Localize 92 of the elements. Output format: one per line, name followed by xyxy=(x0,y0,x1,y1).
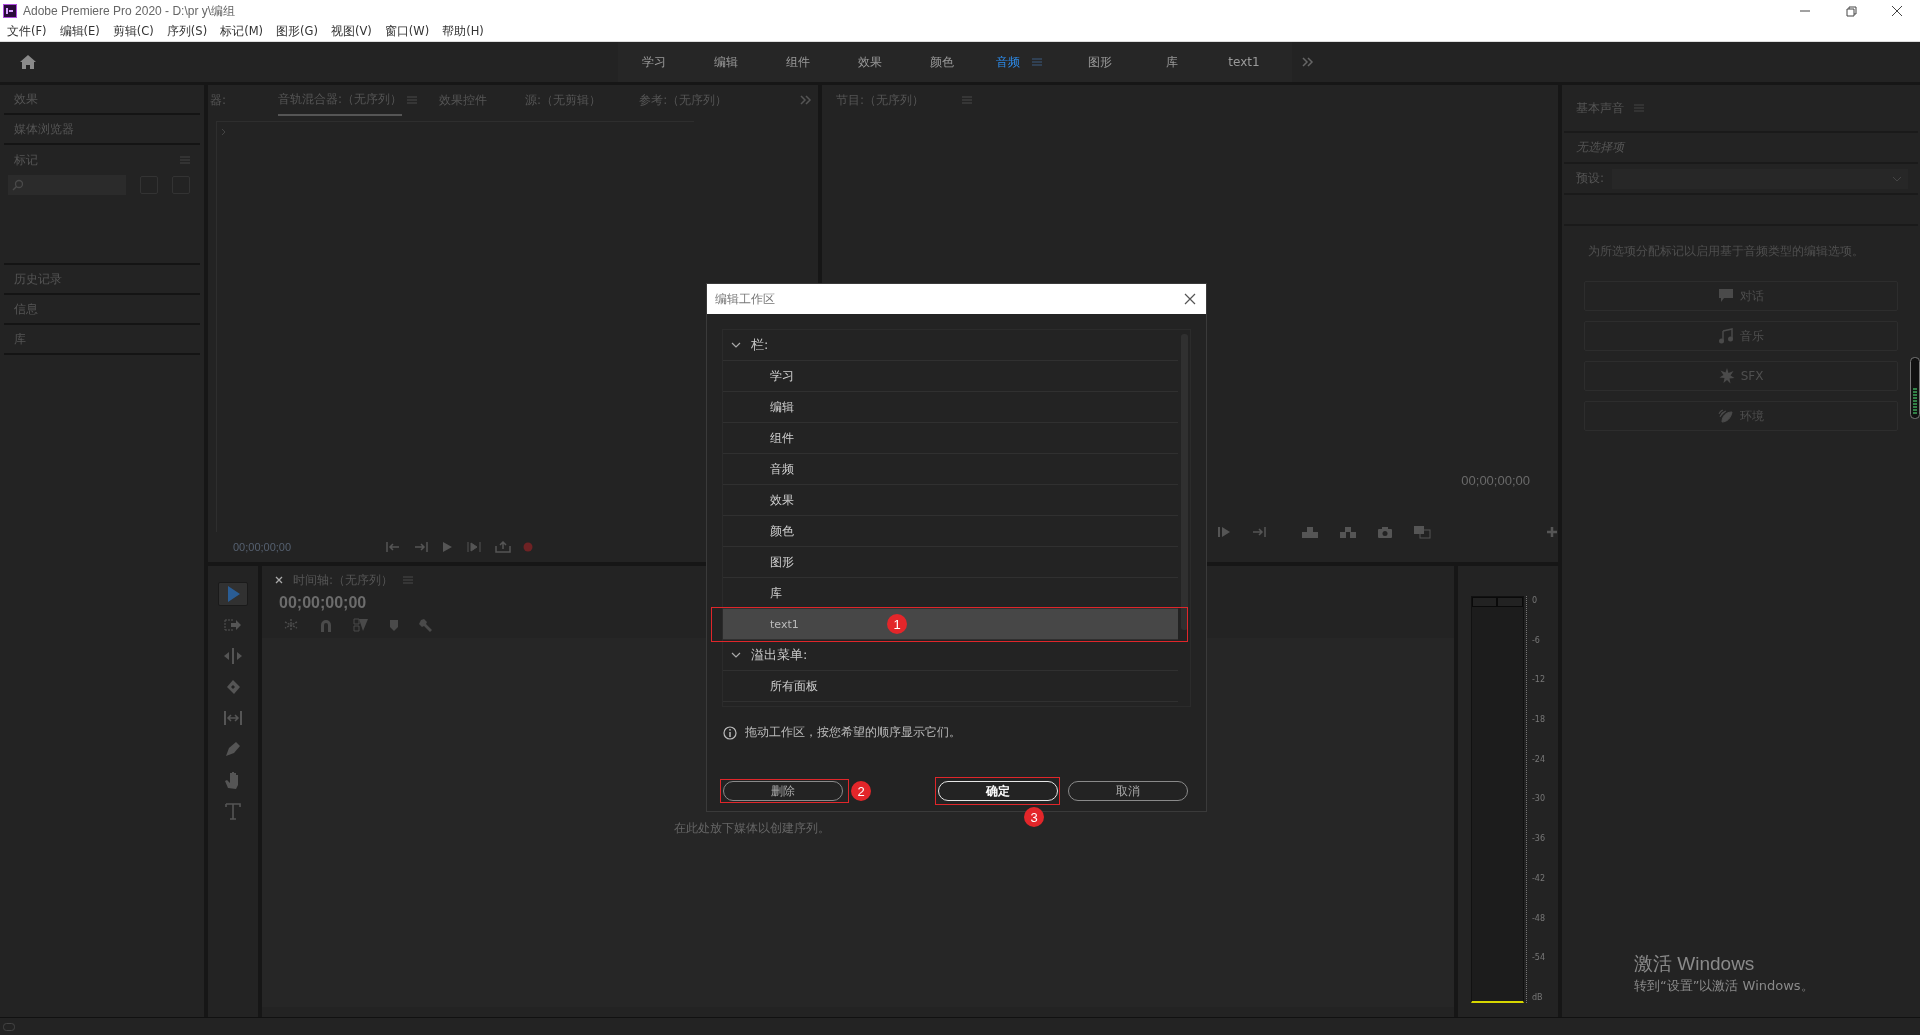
scale-label: 0 xyxy=(1531,596,1539,606)
menu-item[interactable]: 标记(M) xyxy=(220,24,264,39)
workspace-tab[interactable]: 颜色 xyxy=(906,53,978,71)
slip-tool-icon xyxy=(223,708,243,728)
dialog-title: 编辑工作区 xyxy=(715,290,775,308)
menu-item[interactable]: 剪辑(C) xyxy=(112,24,154,39)
record-icon[interactable] xyxy=(523,542,534,552)
lift-icon[interactable] xyxy=(1301,526,1319,538)
step-number: 3 xyxy=(1024,807,1044,827)
drop-hint: 在此处放下媒体以创建序列。 xyxy=(674,821,830,835)
scale-label: -36 xyxy=(1531,834,1546,845)
menu-item[interactable]: 序列(S) xyxy=(166,24,208,39)
marker-icon[interactable] xyxy=(389,619,399,631)
tool-button[interactable] xyxy=(218,582,248,606)
menu-item[interactable]: 帮助(H) xyxy=(442,24,484,39)
scale-label: -30 xyxy=(1531,794,1546,805)
close-icon[interactable] xyxy=(275,576,283,584)
activation-text: 转到“设置”以激活 Windows。 xyxy=(1634,977,1815,995)
list-item[interactable]: 效果 xyxy=(723,485,1178,516)
menu-icon[interactable] xyxy=(1032,57,1042,67)
menu-item[interactable]: 图形(G) xyxy=(276,24,318,39)
camera-icon[interactable] xyxy=(1377,526,1393,538)
scale-label: -54 xyxy=(1531,953,1546,964)
workspace-tab[interactable]: 效果 xyxy=(834,53,906,71)
go-to-out-icon[interactable] xyxy=(413,541,430,553)
go-to-out-icon[interactable] xyxy=(1251,526,1267,538)
speech-bubble-icon xyxy=(1718,288,1734,304)
workspace-tab[interactable]: 组件 xyxy=(762,53,834,71)
add-icon[interactable] xyxy=(1546,526,1558,538)
pen-tool-icon xyxy=(223,739,243,759)
ok-button[interactable]: 确定 xyxy=(938,781,1058,801)
scale-label: -12 xyxy=(1531,675,1546,686)
dialog-button[interactable]: 取消 xyxy=(1068,781,1188,801)
scrollbar[interactable] xyxy=(1181,334,1188,630)
list-item[interactable]: 颜色 xyxy=(723,516,1178,547)
step-forward-icon[interactable] xyxy=(1217,526,1231,538)
close-icon[interactable] xyxy=(1184,293,1196,305)
snap-icon[interactable] xyxy=(319,618,333,632)
menu-item[interactable]: 窗口(W) xyxy=(384,24,430,39)
workspace-tab[interactable]: 库 xyxy=(1136,53,1208,71)
workspace-tab[interactable]: text1 xyxy=(1208,55,1280,69)
chevron-right-icon[interactable] xyxy=(221,128,227,136)
timecode: 00;00;00;00 xyxy=(233,541,292,553)
list-item[interactable]: 音频 xyxy=(723,454,1178,485)
compare-icon[interactable] xyxy=(1413,525,1431,539)
chevron-down-icon xyxy=(731,340,741,350)
scale-label: -24 xyxy=(1531,754,1546,765)
scale-label: -48 xyxy=(1531,913,1546,924)
workspace-tab[interactable]: 音频 xyxy=(996,53,1020,71)
type-tool-icon xyxy=(223,801,243,821)
status-icon xyxy=(3,1022,15,1031)
burst-icon xyxy=(1718,368,1735,384)
list-item[interactable]: 学习 xyxy=(723,361,1178,392)
chevron-down-icon xyxy=(1892,175,1902,182)
window-title: Adobe Premiere Pro 2020 - D:\pr y\编组 xyxy=(23,2,236,20)
activation-title: 激活 Windows xyxy=(1634,952,1756,976)
music-note-icon xyxy=(1718,328,1734,344)
overflow-icon[interactable] xyxy=(1302,57,1314,67)
menu-item[interactable]: 编辑(E) xyxy=(59,24,100,39)
export-icon[interactable] xyxy=(495,541,512,553)
extract-icon[interactable] xyxy=(1339,526,1357,538)
info-icon xyxy=(723,725,737,740)
list-item[interactable]: 所有面板 xyxy=(723,671,1178,702)
home-icon[interactable] xyxy=(19,54,37,70)
go-to-in-icon[interactable] xyxy=(385,541,402,553)
search-field[interactable] xyxy=(8,175,127,195)
step-number: 2 xyxy=(851,781,871,801)
list-item[interactable]: 图形 xyxy=(723,547,1178,578)
group-header[interactable]: 栏: xyxy=(723,330,1178,361)
ripple-tool-icon xyxy=(223,646,243,666)
leaf-icon xyxy=(1718,408,1734,424)
menu-item[interactable]: 文件(F) xyxy=(7,24,47,39)
info-text: 拖动工作区，按您希望的顺序显示它们。 xyxy=(745,724,961,741)
dialog-button[interactable]: 删除 xyxy=(723,781,843,801)
scale-label: -18 xyxy=(1531,715,1546,726)
chevron-down-icon xyxy=(731,650,741,660)
scale-label: -42 xyxy=(1531,873,1546,884)
list-item[interactable]: 组件 xyxy=(723,423,1178,454)
overflow-icon[interactable] xyxy=(800,95,812,105)
app-logo-icon xyxy=(3,4,17,18)
workspace-tab[interactable]: 学习 xyxy=(618,53,690,71)
scale-label: dB xyxy=(1531,992,1544,1003)
workspace-tab[interactable]: 编辑 xyxy=(690,53,762,71)
menu-item[interactable]: 视图(V) xyxy=(330,24,372,39)
group-header[interactable]: 溢出菜单: xyxy=(723,640,1178,671)
search-icon xyxy=(12,179,24,191)
scale-label: -6 xyxy=(1531,635,1541,646)
workspace-tab[interactable]: 图形 xyxy=(1064,53,1136,71)
wrench-icon[interactable] xyxy=(419,618,433,632)
list-item[interactable]: 编辑 xyxy=(723,392,1178,423)
play-icon[interactable] xyxy=(441,541,454,553)
timecode: 00;00;00;00 xyxy=(1461,473,1530,488)
